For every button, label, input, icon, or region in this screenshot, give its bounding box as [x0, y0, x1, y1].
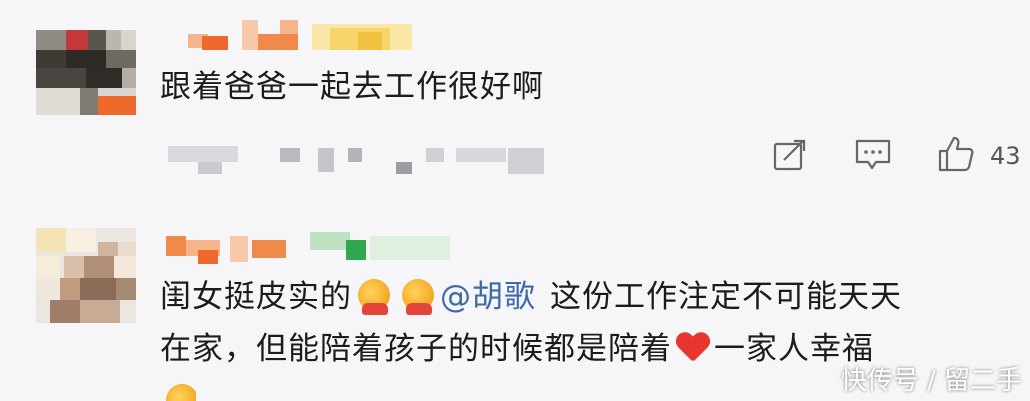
- username[interactable]: [180, 14, 430, 50]
- avatar[interactable]: [36, 30, 136, 115]
- comment-text: 闺女挺皮实的: [160, 279, 352, 315]
- hugging-face-emoji-icon: [358, 279, 390, 315]
- comment-meta: [168, 146, 548, 176]
- comment-text: 这份工作注定不可能天天: [550, 279, 902, 315]
- comment-icon[interactable]: [854, 138, 892, 172]
- mention-link[interactable]: @胡歌: [440, 279, 536, 315]
- comment-text: 跟着爸爸一起去工作很好啊: [160, 69, 544, 105]
- hugging-face-emoji-icon: [402, 279, 434, 315]
- thumbs-up-icon[interactable]: [936, 134, 976, 174]
- like-count: 43: [990, 142, 1021, 170]
- comment-text: 在家，但能陪着孩子的时候都是陪着: [160, 331, 672, 367]
- share-icon[interactable]: [772, 138, 808, 172]
- red-heart-emoji-icon: [676, 333, 710, 363]
- comment-text-line2: 在家，但能陪着孩子的时候都是陪着 一家人幸福: [160, 330, 874, 369]
- comment-text-line1: 闺女挺皮实的 @胡歌 这份工作注定不可能天天: [160, 278, 902, 317]
- watermark: 快传号 / 留二手: [840, 366, 1022, 396]
- hugging-face-emoji-icon: [166, 384, 196, 401]
- avatar[interactable]: [36, 228, 136, 323]
- username[interactable]: [160, 226, 460, 266]
